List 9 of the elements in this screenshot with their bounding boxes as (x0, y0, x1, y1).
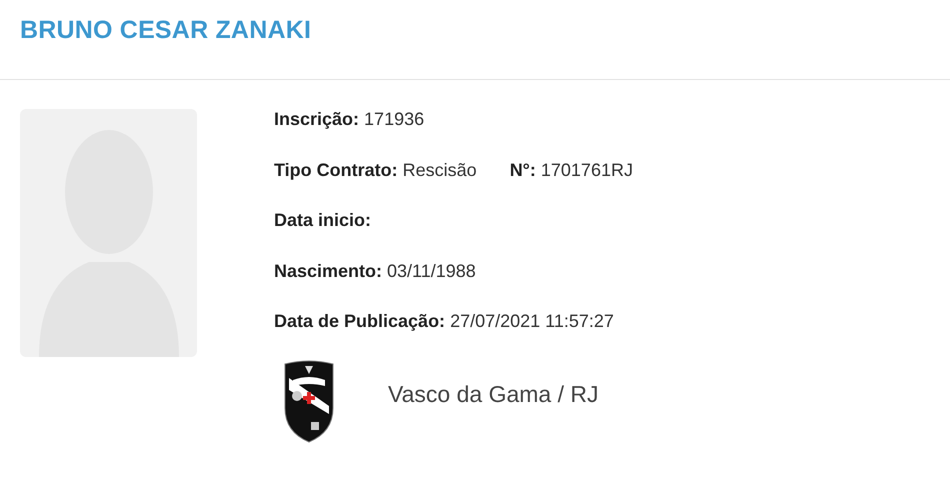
info-field: N°: 1701761RJ (510, 160, 633, 180)
shield-icon (283, 360, 335, 442)
info-field: Data inicio: (274, 210, 372, 231)
club-name: Vasco da Gama / RJ (388, 380, 598, 408)
info-field: Inscrição: 171936 (274, 109, 424, 130)
info-field: Tipo Contrato: Rescisão (274, 160, 477, 180)
info-field: Nascimento: 03/11/1988 (274, 260, 476, 282)
player-name: BRUNO CESAR ZANAKI (20, 16, 312, 45)
info-field: Data de Publicação: 27/07/2021 11:57:27 (274, 311, 614, 332)
